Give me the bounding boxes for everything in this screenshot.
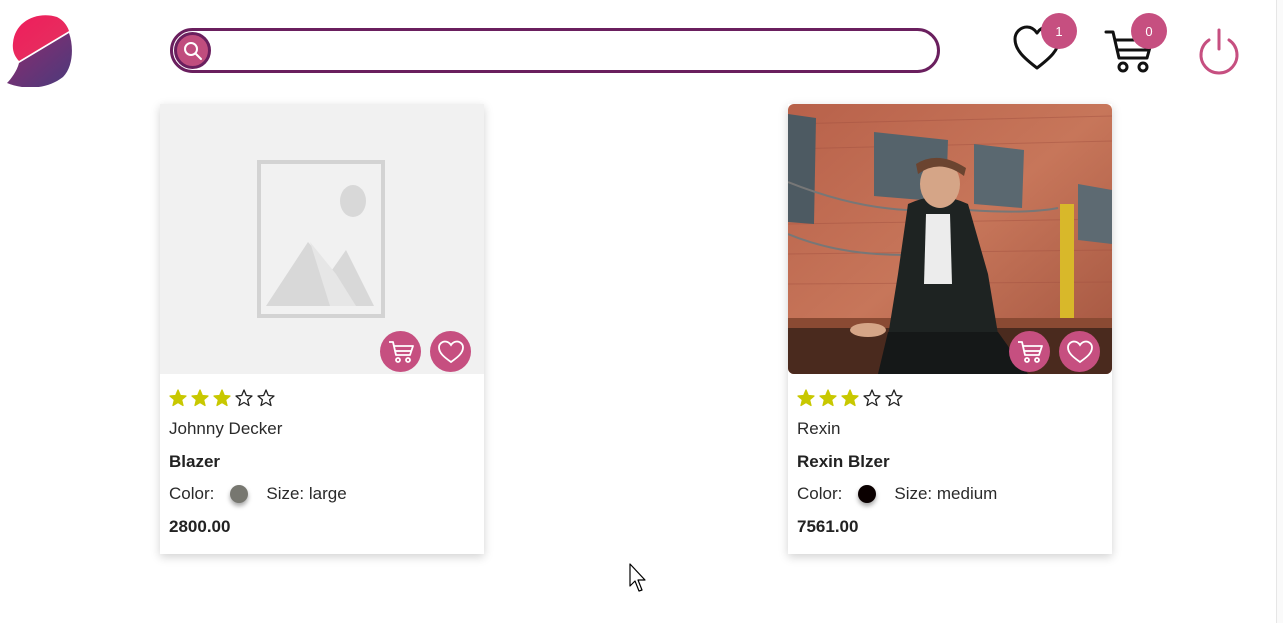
add-to-cart-button[interactable] — [380, 331, 421, 372]
wishlist-count-badge: 1 — [1041, 13, 1077, 49]
search-input[interactable] — [217, 35, 923, 66]
star-empty-icon — [863, 389, 881, 407]
product-card[interactable]: Rexin Rexin Blzer Color: Size: medium 75… — [788, 104, 1112, 554]
search-button[interactable] — [174, 32, 211, 69]
search-bar — [170, 28, 940, 73]
product-price: 2800.00 — [169, 517, 231, 536]
product-price: 7561.00 — [797, 517, 859, 536]
heart-icon — [437, 340, 464, 363]
star-filled-icon — [191, 389, 209, 407]
star-filled-icon — [841, 389, 859, 407]
add-to-wishlist-button[interactable] — [1059, 331, 1100, 372]
star-filled-icon — [819, 389, 837, 407]
cart-icon — [1017, 340, 1043, 363]
product-brand: Johnny Decker — [169, 419, 283, 438]
rating-stars — [169, 389, 275, 407]
star-filled-icon — [169, 389, 187, 407]
color-label: Color: — [169, 484, 215, 503]
product-attributes: Color: Size: large — [169, 484, 347, 504]
brand-logo[interactable] — [7, 13, 75, 87]
logout-button[interactable] — [1196, 27, 1242, 75]
image-placeholder-icon — [257, 160, 385, 318]
cart-icon — [388, 340, 414, 363]
heart-icon — [1066, 340, 1093, 363]
rating-stars — [797, 389, 903, 407]
star-filled-icon — [213, 389, 231, 407]
product-photo — [788, 104, 1112, 374]
color-label: Color: — [797, 484, 843, 503]
product-image[interactable] — [160, 104, 484, 374]
star-empty-icon — [235, 389, 253, 407]
star-empty-icon — [257, 389, 275, 407]
cart-count-badge: 0 — [1131, 13, 1167, 49]
color-swatch — [230, 485, 249, 503]
product-name: Rexin Blzer — [797, 452, 890, 471]
add-to-wishlist-button[interactable] — [430, 331, 471, 372]
mouse-cursor-icon — [629, 563, 646, 592]
size-label: Size: medium — [894, 484, 998, 503]
search-icon — [183, 41, 202, 60]
color-swatch — [858, 485, 877, 503]
product-card[interactable]: Johnny Decker Blazer Color: Size: large … — [160, 104, 484, 554]
product-image[interactable] — [788, 104, 1112, 374]
size-label: Size: large — [266, 484, 347, 503]
product-name: Blazer — [169, 452, 221, 471]
add-to-cart-button[interactable] — [1009, 331, 1050, 372]
star-empty-icon — [885, 389, 903, 407]
product-brand: Rexin — [797, 419, 841, 438]
power-icon — [1199, 28, 1239, 75]
scrollbar[interactable] — [1276, 0, 1283, 623]
star-filled-icon — [797, 389, 815, 407]
product-attributes: Color: Size: medium — [797, 484, 997, 504]
